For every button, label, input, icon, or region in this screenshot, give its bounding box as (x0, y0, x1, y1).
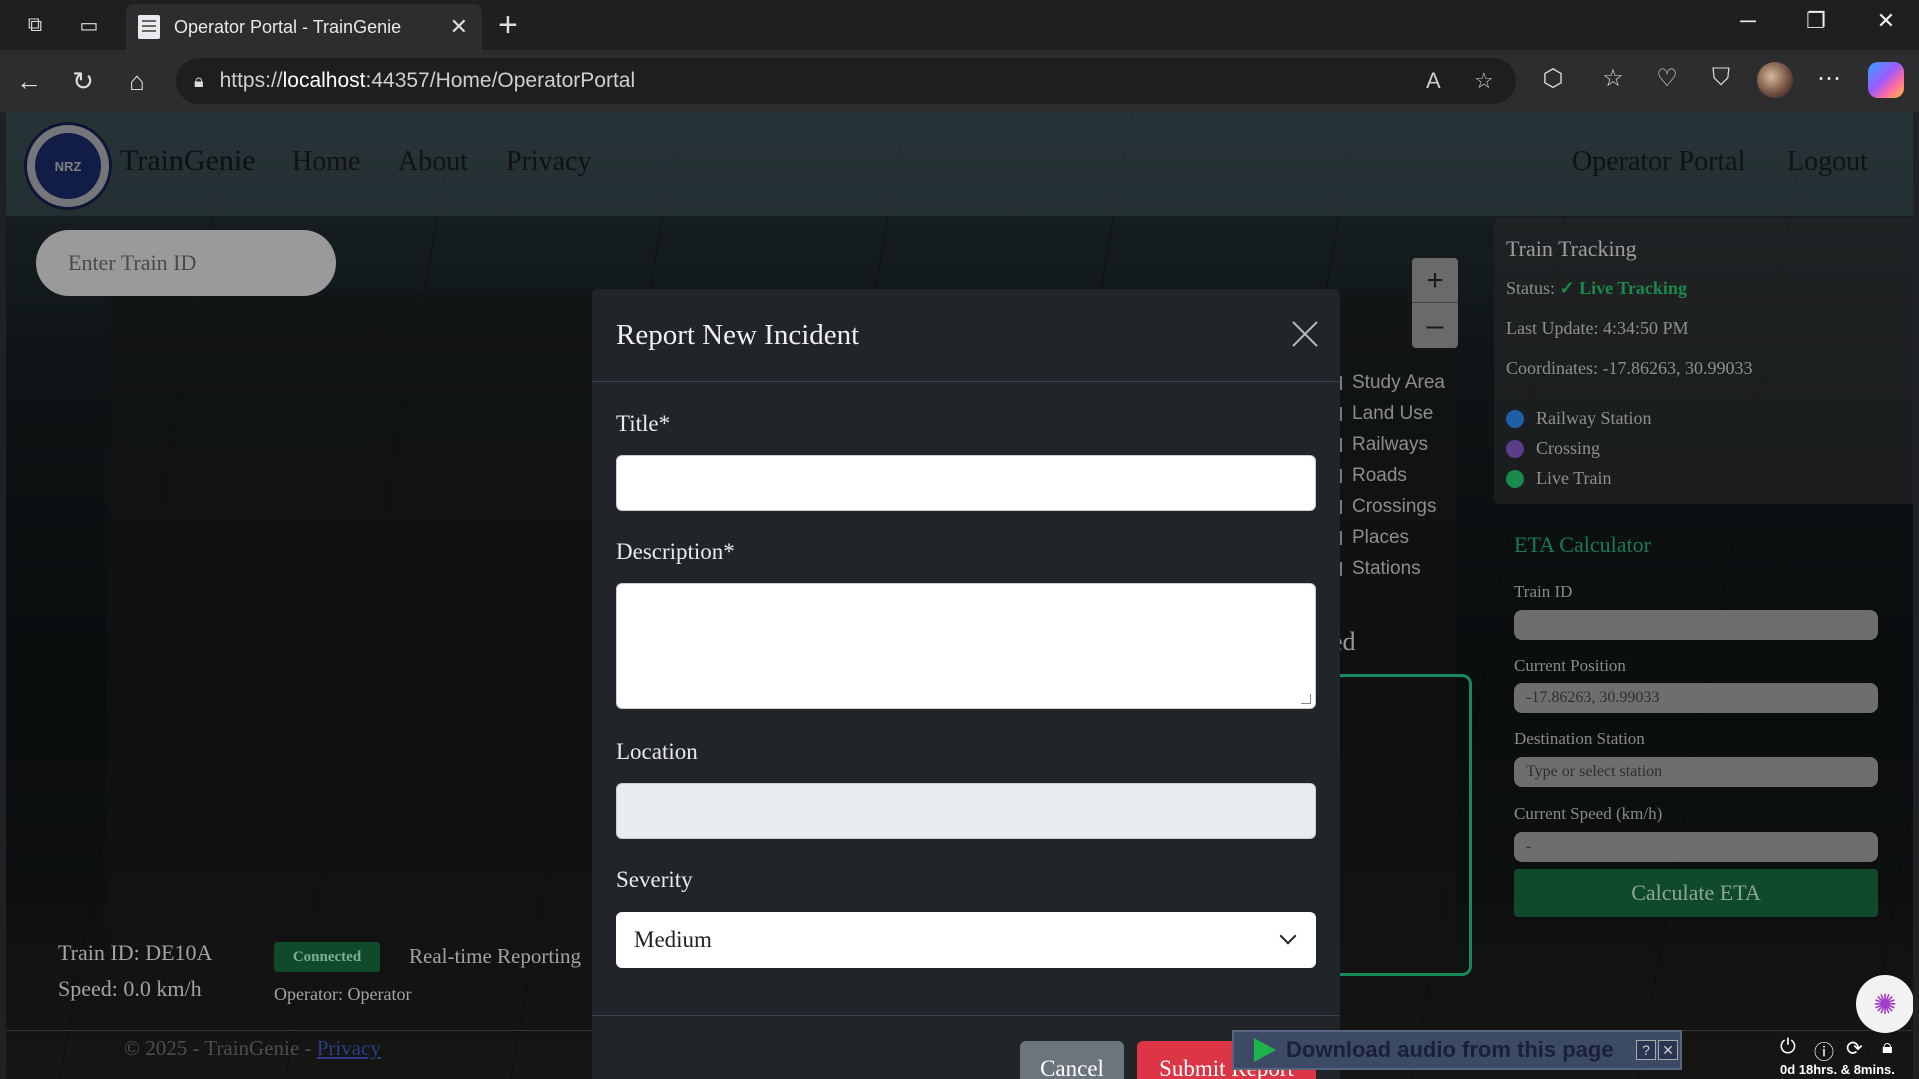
layer-crossings[interactable]: Crossings (1331, 491, 1463, 522)
resize-handle-icon[interactable] (1301, 694, 1311, 704)
eta-destination-label: Destination Station (1514, 729, 1645, 748)
legend-railway-station: Railway Station (1506, 408, 1652, 429)
severity-label: Severity (616, 867, 693, 892)
speed-info: Speed: 0.0 km/h (58, 976, 202, 1001)
severity-selected-value: Medium (634, 927, 712, 952)
zoom-out-button[interactable]: – (1412, 303, 1458, 348)
map-zoom-control: + – (1412, 258, 1458, 348)
title-label: Title* (616, 411, 671, 436)
modal-title: Report New Incident (616, 319, 860, 351)
tab-actions-icon[interactable]: ▭ (74, 10, 104, 40)
download-close-icon[interactable]: ✕ (1658, 1040, 1678, 1060)
home-icon[interactable]: ⌂ (120, 64, 154, 98)
page-favicon-icon (138, 15, 160, 39)
railway-station-dot-icon (1506, 409, 1524, 428)
modal-header: Report New Incident (592, 289, 1340, 382)
sync-icon[interactable]: ⟳ (1846, 1036, 1863, 1061)
description-textarea[interactable] (616, 583, 1316, 709)
layer-roads[interactable]: Roads (1331, 460, 1463, 491)
new-tab-icon[interactable]: + (498, 6, 518, 45)
connection-status-badge: Connected (274, 942, 380, 972)
location-label: Location (616, 739, 698, 764)
favorite-star-icon[interactable]: ☆ (1474, 68, 1494, 94)
modal-footer-divider (592, 1015, 1340, 1016)
footer-copyright: © 2025 - TrainGenie - Privacy (124, 1036, 381, 1060)
play-icon (1254, 1038, 1276, 1062)
layer-places[interactable]: Places (1331, 522, 1463, 553)
title-input[interactable] (616, 455, 1316, 511)
url-text: https://localhost:44357/Home/OperatorPor… (219, 69, 636, 92)
power-icon[interactable]: ⏻ (1780, 1036, 1796, 1059)
eta-current-position-input[interactable]: -17.86263, 30.99033 (1514, 683, 1878, 713)
layer-land-use[interactable]: Land Use (1331, 398, 1463, 429)
eta-train-id-label: Train ID (1514, 582, 1573, 601)
health-icon[interactable]: ♡ (1650, 64, 1684, 93)
download-audio-bar[interactable]: Download audio from this page ? ✕ (1232, 1030, 1682, 1070)
tab-close-icon[interactable]: ✕ (450, 14, 468, 40)
shield-icon[interactable]: ⛉ (1704, 64, 1738, 92)
eta-speed-input[interactable]: - (1514, 832, 1878, 862)
download-audio-text[interactable]: Download audio from this page (1286, 1037, 1614, 1063)
last-update: Last Update: 4:34:50 PM (1506, 318, 1689, 338)
uptime-timer: 0d 18hrs. & 8mins. (1780, 1062, 1895, 1077)
browser-toolbar: ← ↻ ⌂ 🔒︎ https://localhost:44357/Home/Op… (0, 50, 1919, 112)
eta-title: ETA Calculator (1514, 532, 1651, 557)
tracking-status: Status: ✓ Live Tracking (1506, 278, 1687, 298)
legend-live-train: Live Train (1506, 468, 1612, 489)
legend-crossing: Crossing (1506, 438, 1600, 459)
back-icon[interactable]: ← (12, 64, 46, 98)
report-incident-modal: Report New Incident Title* Description* … (592, 289, 1340, 1079)
calculate-eta-button[interactable]: Calculate ETA (1514, 869, 1878, 917)
location-input[interactable] (616, 783, 1316, 839)
footer-privacy-link[interactable]: Privacy (317, 1036, 381, 1060)
browser-tab-bar: ⧉ ▭ Operator Portal - TrainGenie ✕ + ─ ❐… (0, 0, 1919, 50)
layer-railways[interactable]: Railways (1331, 429, 1463, 460)
read-aloud-icon[interactable]: A (1426, 68, 1441, 94)
zoom-in-button[interactable]: + (1412, 258, 1458, 303)
window-close-icon[interactable]: ✕ (1866, 8, 1906, 34)
map-layer-list: Study Area Land Use Railways Roads Cross… (1331, 367, 1463, 607)
eta-destination-input[interactable]: Type or select station (1514, 757, 1878, 787)
eta-speed-label: Current Speed (km/h) (1514, 804, 1663, 823)
browser-tab[interactable]: Operator Portal - TrainGenie ✕ (126, 4, 482, 50)
description-label: Description* (616, 539, 735, 564)
operator-label: Operator: Operator (274, 984, 412, 1004)
profile-avatar[interactable] (1757, 62, 1793, 98)
live-tracking-status: ✓ Live Tracking (1559, 278, 1687, 298)
chevron-down-icon (1279, 927, 1297, 945)
live-train-dot-icon (1506, 469, 1524, 488)
address-bar[interactable]: 🔒︎ https://localhost:44357/Home/Operator… (176, 58, 1516, 104)
copilot-icon[interactable] (1868, 62, 1904, 98)
refresh-icon[interactable]: ↻ (66, 64, 100, 98)
coordinates: Coordinates: -17.86263, 30.99033 (1506, 358, 1753, 378)
layer-stations[interactable]: Stations (1331, 553, 1463, 584)
cancel-button[interactable]: Cancel (1020, 1041, 1124, 1079)
train-id-info: Train ID: DE10A (58, 940, 213, 965)
favorites-icon[interactable]: ☆ (1596, 64, 1630, 93)
crossing-dot-icon (1506, 439, 1524, 458)
assistant-brain-icon[interactable]: ✺ (1856, 975, 1913, 1033)
severity-select[interactable]: Medium (616, 912, 1316, 968)
eta-current-position-label: Current Position (1514, 656, 1626, 675)
tracking-title: Train Tracking (1506, 236, 1637, 261)
help-icon[interactable]: ? (1636, 1040, 1656, 1060)
more-icon[interactable]: ⋯ (1812, 64, 1846, 93)
train-id-search-input[interactable]: Enter Train ID (36, 230, 336, 296)
close-icon[interactable] (1288, 317, 1322, 351)
minimize-icon[interactable]: ─ (1728, 8, 1768, 34)
eta-train-id-input[interactable] (1514, 610, 1878, 640)
realtime-reporting-label: Real-time Reporting (409, 944, 582, 968)
tab-title: Operator Portal - TrainGenie (174, 16, 402, 37)
lock-tray-icon[interactable]: 🔒︎ (1882, 1036, 1893, 1059)
restore-icon[interactable]: ❐ (1796, 8, 1836, 34)
info-icon[interactable]: ⓘ (1814, 1036, 1834, 1065)
layer-study-area[interactable]: Study Area (1331, 367, 1463, 398)
web-page: NRZ TrainGenie Home About Privacy Operat… (6, 112, 1913, 1079)
lock-icon[interactable]: 🔒︎ (194, 71, 204, 92)
workspaces-icon[interactable]: ⧉ (20, 10, 50, 40)
extensions-icon[interactable]: ⬡ (1536, 64, 1570, 93)
